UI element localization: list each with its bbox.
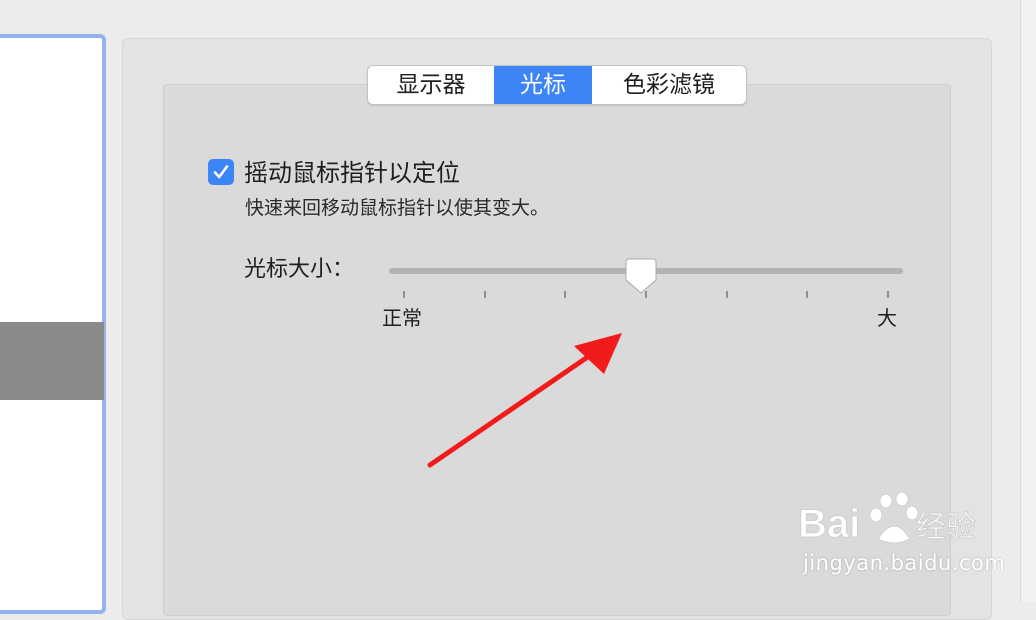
window-edge <box>1020 0 1036 602</box>
watermark-url: jingyan.baidu.com <box>803 551 1006 575</box>
svg-text:经验: 经验 <box>916 511 976 544</box>
baidu-paw-icon: Bai 经验 <box>798 493 977 547</box>
svg-text:Bai: Bai <box>798 502 860 546</box>
